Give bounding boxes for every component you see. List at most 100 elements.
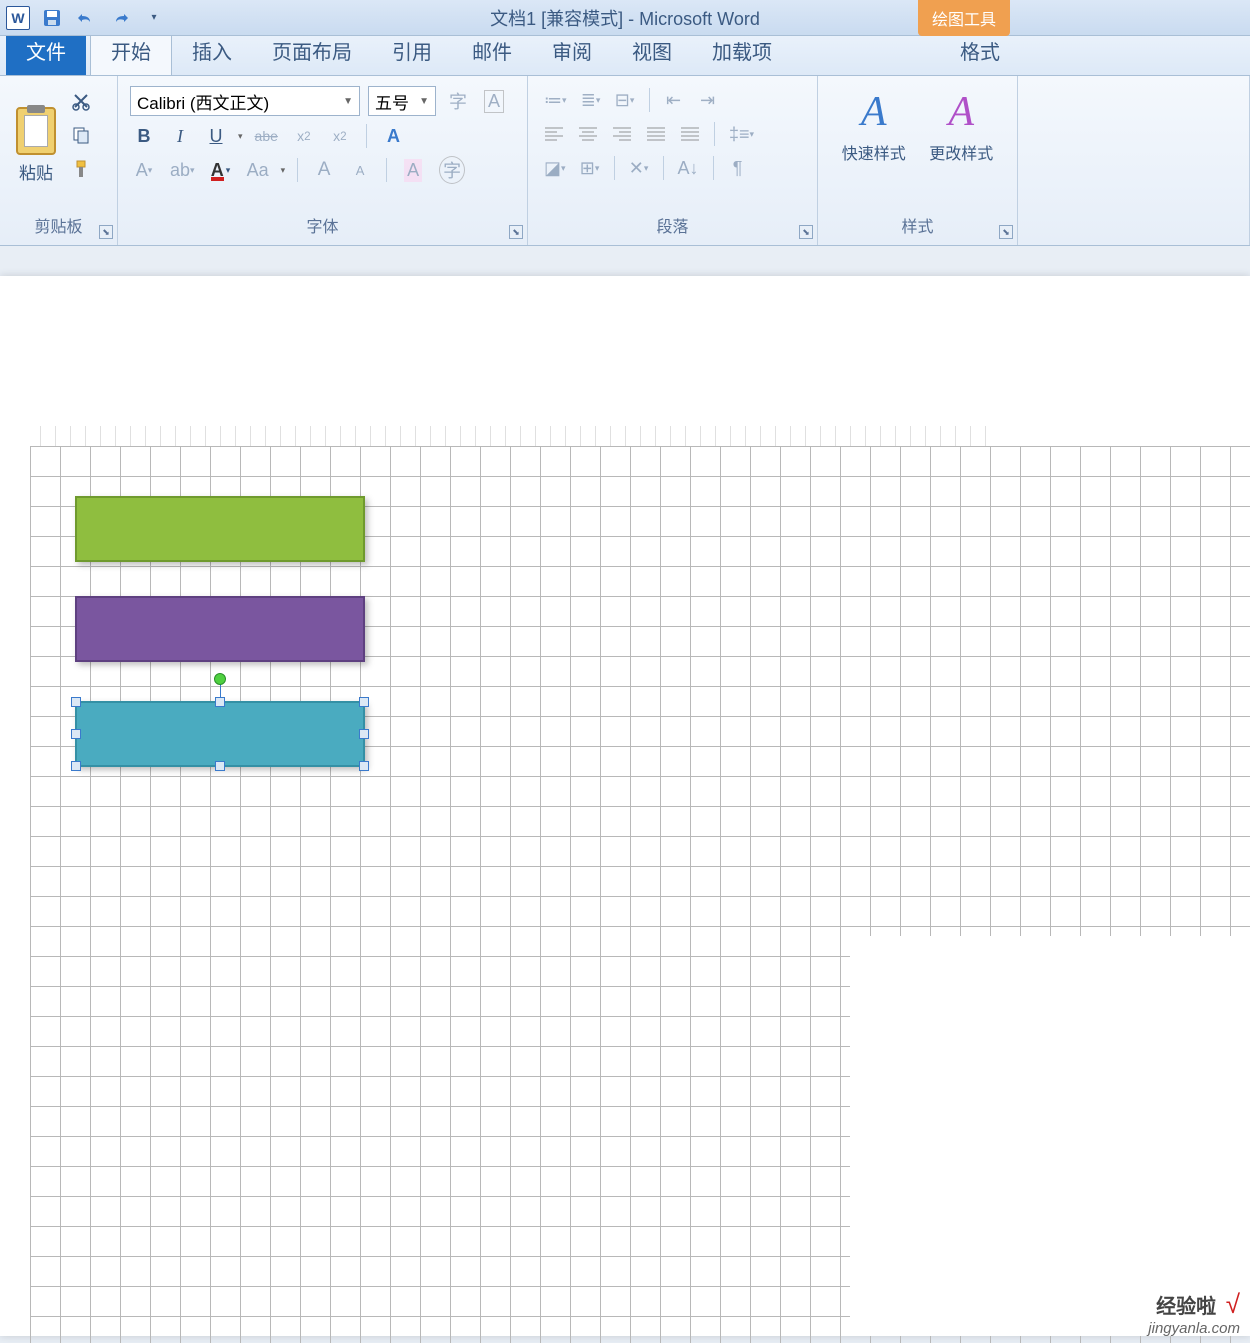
subscript-button[interactable]: x2	[290, 122, 318, 150]
resize-handle-w[interactable]	[71, 729, 81, 739]
copy-icon	[71, 125, 91, 145]
group-styles: A 快速样式 A 更改样式 样式 ⬊	[818, 76, 1018, 245]
format-painter-button[interactable]	[68, 156, 94, 182]
indent-icon: ⇥	[700, 90, 715, 111]
align-right-icon	[613, 127, 631, 141]
quick-styles-label: 快速样式	[842, 140, 906, 164]
dropdown-arrow-icon: ▼	[419, 96, 429, 107]
sort-button[interactable]: ✕▾	[625, 154, 653, 182]
group-font: Calibri (西文正文) ▼ 五号 ▼ 字 A B I U ▾ abe x2…	[118, 76, 528, 245]
increase-indent-button[interactable]: ⇥	[694, 86, 722, 114]
styles-group-label: 样式	[826, 209, 1009, 241]
app-icon[interactable]: W	[4, 4, 32, 32]
font-color-button[interactable]: A ▾	[207, 156, 235, 184]
superscript-button[interactable]: x2	[326, 122, 354, 150]
change-case-button[interactable]: Aa	[243, 156, 273, 184]
text-effects-button[interactable]: A	[379, 122, 413, 150]
watermark: 经验啦 √ jingyanla.com	[1148, 1289, 1240, 1337]
clear-formatting-button[interactable]: A	[399, 156, 427, 184]
phonetic-guide-button[interactable]: 字	[444, 87, 472, 115]
clipboard-dialog-launcher[interactable]: ⬊	[99, 225, 113, 239]
bucket-icon: ◪	[544, 158, 561, 179]
paste-label: 粘贴	[19, 159, 53, 184]
redo-button[interactable]	[106, 4, 134, 32]
paste-icon	[16, 107, 56, 155]
align-left-button[interactable]	[540, 120, 568, 148]
cut-button[interactable]	[68, 88, 94, 114]
undo-button[interactable]	[72, 4, 100, 32]
font-size-combo[interactable]: 五号 ▼	[368, 86, 436, 116]
shape-green-rectangle[interactable]	[75, 496, 365, 562]
paste-button[interactable]: 粘贴	[8, 82, 64, 209]
watermark-brand: 经验啦	[1156, 1296, 1216, 1318]
resize-handle-e[interactable]	[359, 729, 369, 739]
resize-handle-n[interactable]	[215, 697, 225, 707]
dropdown-arrow-icon: ▼	[343, 96, 353, 107]
borders-button[interactable]: ⊞▾	[576, 154, 604, 182]
character-border-button[interactable]: A	[480, 87, 508, 115]
align-left-icon	[545, 127, 563, 141]
shape-purple-rectangle[interactable]	[75, 596, 365, 662]
decrease-indent-button[interactable]: ⇤	[660, 86, 688, 114]
styles-dialog-launcher[interactable]: ⬊	[999, 225, 1013, 239]
sort-az-button[interactable]: A↓	[674, 154, 703, 182]
distributed-icon	[681, 127, 699, 141]
paragraph-dialog-launcher[interactable]: ⬊	[799, 225, 813, 239]
resize-handle-nw[interactable]	[71, 697, 81, 707]
pilcrow-icon: ¶	[733, 158, 743, 179]
resize-handle-ne[interactable]	[359, 697, 369, 707]
ribbon-tabs: 文件 开始 插入 页面布局 引用 邮件 审阅 视图 加载项 格式	[0, 36, 1250, 76]
bullets-button[interactable]: ≔▾	[540, 86, 571, 114]
align-right-button[interactable]	[608, 120, 636, 148]
bold-button[interactable]: B	[130, 122, 158, 150]
multilevel-list-button[interactable]: ⊟▾	[611, 86, 639, 114]
word-icon: W	[6, 6, 30, 30]
copy-button[interactable]	[68, 122, 94, 148]
font-group-label: 字体	[126, 209, 519, 241]
shrink-font-button[interactable]: A	[346, 156, 374, 184]
font-name-combo[interactable]: Calibri (西文正文) ▼	[130, 86, 360, 116]
white-overlay	[850, 936, 1250, 1336]
font-color-swatch	[211, 177, 224, 181]
underline-button[interactable]: U	[202, 122, 230, 150]
change-styles-button[interactable]: A 更改样式	[924, 88, 1000, 164]
check-icon: √	[1226, 1289, 1240, 1319]
strikethrough-button[interactable]: abe	[251, 122, 282, 150]
numbering-icon: ≣	[581, 90, 596, 111]
align-center-icon	[579, 127, 597, 141]
resize-handle-s[interactable]	[215, 761, 225, 771]
quick-styles-button[interactable]: A 快速样式	[836, 88, 912, 164]
highlight-button[interactable]: ab▾	[166, 156, 199, 184]
window-title: 文档1 [兼容模式] - Microsoft Word	[490, 5, 760, 31]
align-center-button[interactable]	[574, 120, 602, 148]
change-styles-label: 更改样式	[929, 140, 993, 164]
font-name-value: Calibri (西文正文)	[137, 89, 269, 114]
shading-button[interactable]: ◪▾	[540, 154, 570, 182]
show-marks-button[interactable]: ¶	[724, 154, 752, 182]
grow-font-button[interactable]: A	[310, 156, 338, 184]
quick-access-toolbar: W ▾	[0, 4, 168, 32]
group-editing-partial	[1018, 76, 1250, 245]
justify-icon	[647, 127, 665, 141]
font-dialog-launcher[interactable]: ⬊	[509, 225, 523, 239]
title-bar: W ▾ 文档1 [兼容模式] - Microsoft Word 绘图工具	[0, 0, 1250, 36]
distributed-button[interactable]	[676, 120, 704, 148]
brush-icon	[71, 159, 91, 179]
scissors-icon	[71, 91, 91, 111]
numbering-button[interactable]: ≣▾	[577, 86, 605, 114]
resize-handle-se[interactable]	[359, 761, 369, 771]
document-page[interactable]	[0, 276, 1250, 1336]
qat-customize[interactable]: ▾	[140, 4, 168, 32]
ruler-tick-marks	[40, 426, 990, 446]
phonetic-icon: 字	[449, 88, 467, 114]
enclose-chars-button[interactable]: 字	[435, 156, 469, 184]
change-styles-icon: A	[948, 88, 974, 136]
italic-button[interactable]: I	[166, 122, 194, 150]
rotate-handle[interactable]	[214, 673, 226, 685]
save-button[interactable]	[38, 4, 66, 32]
char-shading-button[interactable]: A▾	[130, 156, 158, 184]
resize-handle-sw[interactable]	[71, 761, 81, 771]
line-spacing-button[interactable]: ‡≡▾	[725, 120, 758, 148]
justify-button[interactable]	[642, 120, 670, 148]
shape-blue-rectangle-selected[interactable]	[75, 701, 365, 767]
